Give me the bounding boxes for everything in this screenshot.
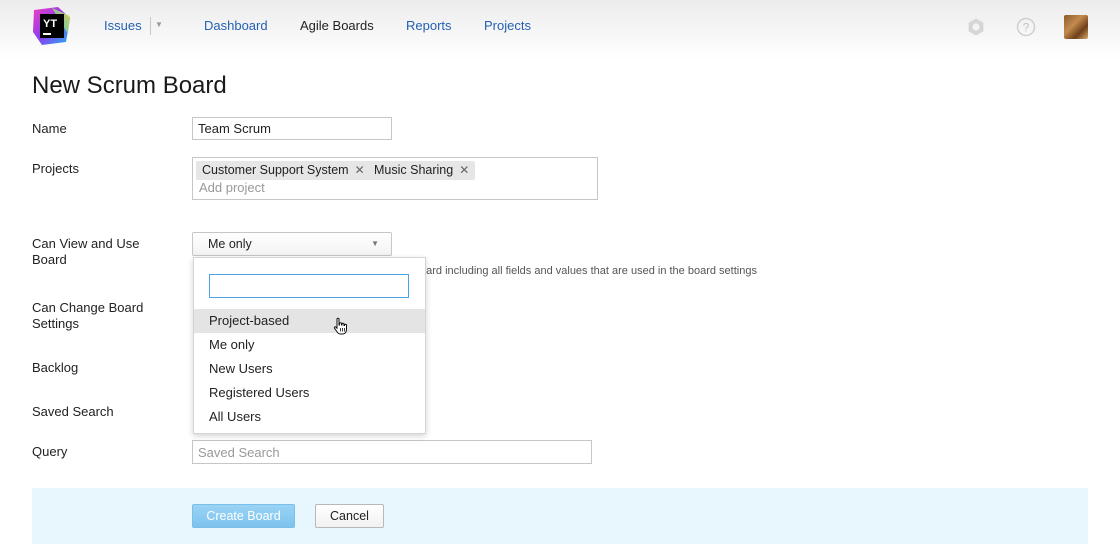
name-label: Name (32, 121, 67, 136)
add-project-placeholder[interactable]: Add project (199, 180, 265, 195)
svg-text:YT: YT (43, 18, 57, 30)
create-board-button[interactable]: Create Board (192, 504, 295, 528)
dropdown-option-registered-users[interactable]: Registered Users (194, 381, 425, 405)
saved-search-label: Saved Search (32, 404, 114, 419)
dropdown-option-project-based[interactable]: Project-based (194, 309, 425, 333)
chevron-down-icon: ▼ (371, 239, 379, 248)
top-navigation: YT Issues ▼ Dashboard Agile Boards Repor… (0, 0, 1120, 55)
dropdown-option-all-users[interactable]: All Users (194, 405, 425, 429)
dropdown-option-new-users[interactable]: New Users (194, 357, 425, 381)
svg-text:?: ? (1023, 21, 1030, 35)
project-tag: Music Sharing ✕ (368, 161, 476, 180)
youtrack-logo[interactable]: YT (32, 6, 72, 46)
query-label: Query (32, 444, 68, 459)
dropdown-filter-input[interactable] (209, 274, 409, 298)
nav-reports[interactable]: Reports (406, 18, 452, 33)
query-input[interactable] (192, 440, 592, 464)
nav-dashboard[interactable]: Dashboard (204, 18, 268, 33)
remove-tag-icon[interactable]: ✕ (459, 161, 469, 180)
nav-projects[interactable]: Projects (484, 18, 531, 33)
projects-label: Projects (32, 161, 79, 176)
project-tag-label: Customer Support System (202, 163, 349, 177)
cancel-button[interactable]: Cancel (315, 504, 384, 528)
can-view-select[interactable]: Me only ▼ (192, 232, 392, 256)
logo-icon: YT (33, 7, 70, 45)
project-tag: Customer Support System ✕ (196, 161, 371, 180)
name-input[interactable] (192, 117, 392, 140)
nav-agile-boards[interactable]: Agile Boards (300, 18, 374, 33)
help-icon[interactable]: ? (1016, 17, 1036, 42)
can-change-label: Can Change Board Settings (32, 300, 144, 331)
user-avatar[interactable] (1064, 15, 1088, 39)
dropdown-option-me-only[interactable]: Me only (194, 333, 425, 357)
project-tag-label: Music Sharing (374, 163, 454, 177)
can-view-hint: oard including all fields and values tha… (420, 265, 757, 277)
page-title: New Scrum Board (32, 72, 227, 99)
form-actions-bar (32, 488, 1088, 544)
settings-icon[interactable] (966, 17, 986, 42)
nav-separator (150, 17, 151, 35)
issues-dropdown-caret-icon[interactable]: ▼ (155, 20, 163, 29)
remove-tag-icon[interactable]: ✕ (355, 161, 365, 180)
access-dropdown: Project-based Me only New Users Register… (193, 257, 426, 434)
can-view-label: Can View and Use Board (32, 236, 140, 267)
backlog-label: Backlog (32, 360, 79, 375)
projects-input[interactable]: Customer Support System ✕ Music Sharing ✕ … (192, 157, 598, 200)
nav-issues[interactable]: Issues (104, 18, 142, 33)
hand-cursor-icon (333, 317, 347, 335)
can-view-selected-value: Me only (208, 237, 252, 251)
